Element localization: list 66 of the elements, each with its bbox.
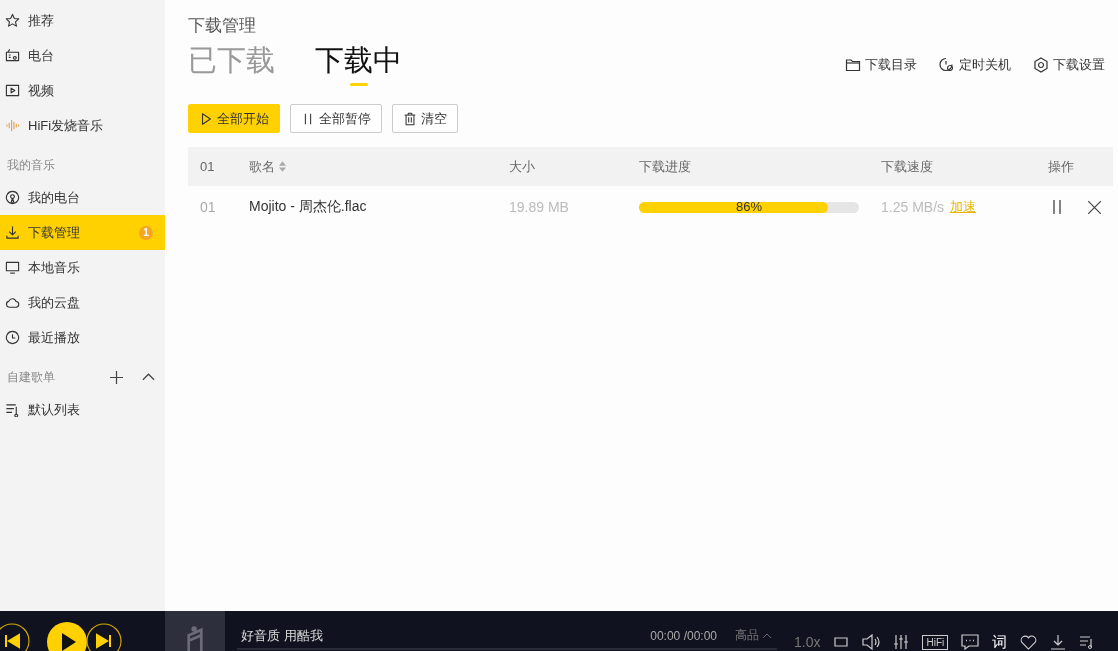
column-header: 下载进度 — [639, 157, 692, 176]
sidebar-item[interactable]: 视频 — [0, 73, 165, 108]
play-button[interactable] — [47, 622, 87, 651]
sidebar-item[interactable]: HiFi发烧音乐 — [0, 108, 165, 143]
heart-icon[interactable] — [1020, 634, 1038, 650]
row-number: 01 — [200, 199, 217, 215]
progress-percent: 86% — [735, 198, 763, 215]
cloud-icon — [5, 295, 20, 310]
sidebar-item[interactable]: 我的电台 — [0, 180, 165, 215]
comment-icon[interactable] — [961, 634, 980, 650]
toolbar-link[interactable]: 下载目录 — [845, 56, 917, 74]
page-title: 下载管理 — [188, 15, 257, 37]
section-title: 自建歌单 — [7, 368, 55, 386]
column-header[interactable]: 歌名 — [249, 157, 509, 176]
quality-selector[interactable]: 高品 — [735, 627, 771, 644]
video-icon — [5, 83, 20, 98]
sidebar-item[interactable]: 下载管理 1 — [0, 215, 165, 250]
download-icon[interactable] — [1050, 634, 1067, 650]
sort-icon — [279, 161, 286, 172]
playback-rate[interactable]: 1.0x — [794, 634, 821, 650]
toolbar-button[interactable]: 清空 — [392, 104, 458, 133]
toolbar-link[interactable]: 定时关机 — [939, 56, 1011, 74]
column-header: 下载速度 — [881, 157, 934, 176]
count-badge: 1 — [139, 225, 153, 240]
folder-icon — [845, 57, 861, 73]
tab[interactable]: 下载中 — [315, 41, 402, 89]
sidebar-item[interactable]: 我的云盘 — [0, 285, 165, 320]
start-all-button[interactable]: 全部开始 — [188, 104, 280, 133]
volume-icon[interactable] — [862, 634, 881, 650]
trash-icon — [403, 111, 417, 126]
download-icon — [5, 225, 20, 240]
clock-icon — [5, 330, 20, 345]
next-button[interactable] — [86, 623, 122, 651]
add-icon[interactable] — [110, 370, 123, 384]
equalizer-icon[interactable] — [893, 634, 910, 650]
sidebar-item[interactable]: 推荐 — [0, 3, 165, 38]
song-title: 好音质 用酷我 — [240, 626, 324, 645]
caret-icon — [763, 633, 771, 638]
download-speed: 1.25 MB/s — [881, 199, 945, 215]
lyrics-button[interactable]: 词 — [992, 632, 1008, 651]
sidebar-item[interactable]: 电台 — [0, 38, 165, 73]
podcast-icon — [5, 190, 20, 205]
hifi-button[interactable]: HiFi — [922, 634, 949, 650]
toolbar-link[interactable]: 下载设置 — [1033, 56, 1105, 74]
playlist-icon — [5, 402, 20, 417]
column-header: 操作 — [1048, 157, 1075, 176]
sound-wave-icon — [5, 118, 20, 133]
play-time: 00:00 /00:00 — [650, 628, 717, 643]
settings-icon — [1033, 57, 1049, 73]
column-header: 01 — [200, 159, 216, 174]
sidebar-item[interactable]: 本地音乐 — [0, 250, 165, 285]
play-icon — [199, 111, 213, 126]
sidebar-item[interactable]: 默认列表 — [0, 392, 165, 427]
timer-icon — [939, 57, 955, 73]
star-icon — [5, 13, 20, 28]
close-icon[interactable] — [1088, 200, 1101, 214]
toolbar-button[interactable]: 全部暂停 — [290, 104, 382, 133]
song-name: Mojito - 周杰伦.flac — [249, 198, 368, 216]
file-size: 19.89 MB — [509, 199, 570, 215]
radio-icon — [5, 48, 20, 63]
monitor-icon — [5, 260, 20, 275]
column-header: 大小 — [509, 157, 536, 176]
sidebar-item[interactable]: 最近播放 — [0, 320, 165, 355]
pause-icon[interactable] — [1052, 200, 1062, 214]
section-title: 我的音乐 — [7, 156, 55, 174]
collapse-icon[interactable] — [142, 373, 155, 381]
